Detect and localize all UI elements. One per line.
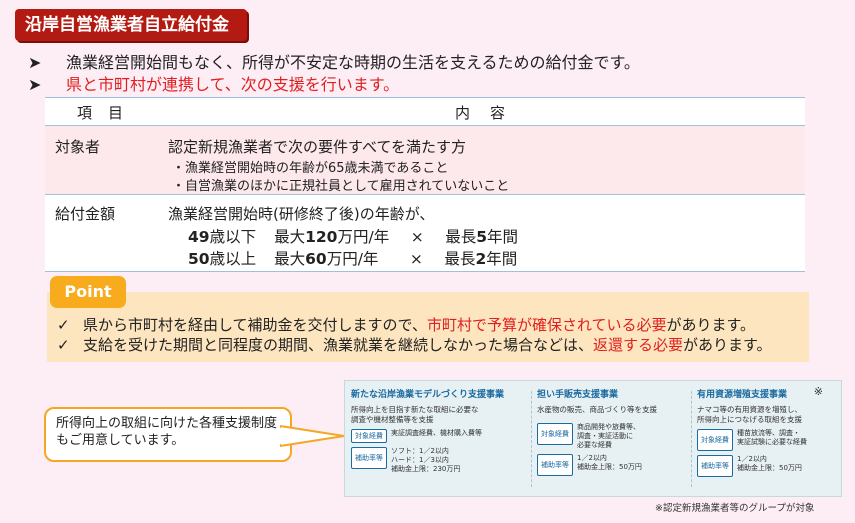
page-title: 沿岸自営漁業者自立給付金	[15, 9, 247, 41]
program-heading: 担い手販売支援事業	[537, 390, 619, 400]
header-content: 内容	[455, 104, 526, 122]
info-table: 項目 内容 対象者 認定新規漁業者で次の要件すべてを満たす方 ・漁業経営開始時の…	[45, 97, 805, 272]
requirement-item: ・漁業経営開始時の年齢が65歳未満であること	[172, 161, 449, 176]
tag-badge: 補助率等	[537, 454, 573, 476]
bullet-2: ➤ 県と市町村が連携して、次の支援を行います。	[28, 75, 400, 94]
table-header: 項目 内容	[45, 97, 805, 126]
requirement-item: ・自営漁業のほかに正規社員として雇用されていないこと	[172, 179, 510, 194]
arrow-icon: ➤	[28, 53, 42, 72]
row-main-text: 漁業経営開始時(研修終了後)の年齢が、	[168, 205, 435, 223]
tag-badge: 補助率等	[697, 455, 733, 477]
footnote: ※認定新規漁業者等のグループが対象	[655, 503, 815, 514]
column-divider	[691, 391, 692, 487]
table-row-eligibility: 対象者 認定新規漁業者で次の要件すべてを満たす方 ・漁業経営開始時の年齢が65歳…	[45, 126, 805, 195]
tag-badge: 対象経費	[537, 423, 573, 445]
tag-badge: 補助率等	[351, 447, 387, 469]
arrow-icon: ➤	[28, 75, 42, 94]
program-model: 新たな沿岸漁業モデルづくり支援事業 所得向上を目指す新たな取組に必要な 調査や機…	[351, 381, 527, 496]
row-label: 給付金額	[55, 205, 116, 223]
table-row-amount: 給付金額 漁業経営開始時(研修終了後)の年齢が、 49歳以下 最大120万円/年 ×…	[45, 195, 805, 272]
tag-badge: 対象経費	[351, 429, 387, 443]
bullet-1: ➤ 漁業経営開始間もなく、所得が不安定な時期の生活を支えるための給付金です。	[28, 53, 640, 72]
tag-badge: 対象経費	[697, 429, 733, 451]
point-line-1: ✓ 県から市町村を経由して補助金を交付しますので、市町村で予算が確保されている必要…	[57, 316, 756, 334]
point-tab: Point	[50, 276, 126, 308]
header-item: 項目	[77, 104, 140, 122]
check-icon: ✓	[57, 336, 70, 354]
point-line-2: ✓ 支給を受けた期間と同程度の期間、漁業就業を継続しなかった場合などは、返還する必…	[57, 336, 772, 354]
row-label: 対象者	[55, 138, 101, 156]
amount-line: 50歳以上 最大60万円/年 × 最長2年間	[188, 250, 518, 268]
column-divider	[531, 391, 532, 487]
program-sales: 担い手販売支援事業 水産物の販売、商品づくり等を支援 対象経費 商品開発や旅費等…	[537, 381, 687, 496]
support-programs-panel: 新たな沿岸漁業モデルづくり支援事業 所得向上を目指す新たな取組に必要な 調査や機…	[344, 380, 842, 497]
program-resource: 有用資源増殖支援事業 ナマコ等の有用資源を増殖し、 所得向上につなげる取組を支援…	[697, 381, 837, 496]
row-main-text: 認定新規漁業者で次の要件すべてを満たす方	[168, 138, 467, 156]
note-star: ※	[813, 385, 823, 398]
program-heading: 新たな沿岸漁業モデルづくり支援事業	[351, 390, 505, 400]
amount-line: 49歳以下 最大120万円/年 × 最長5年間	[188, 228, 519, 246]
callout-tail-icon	[280, 424, 345, 448]
callout-bubble: 所得向上の取組に向けた各種支援制度 もご用意しています。	[44, 407, 292, 462]
check-icon: ✓	[57, 316, 70, 334]
